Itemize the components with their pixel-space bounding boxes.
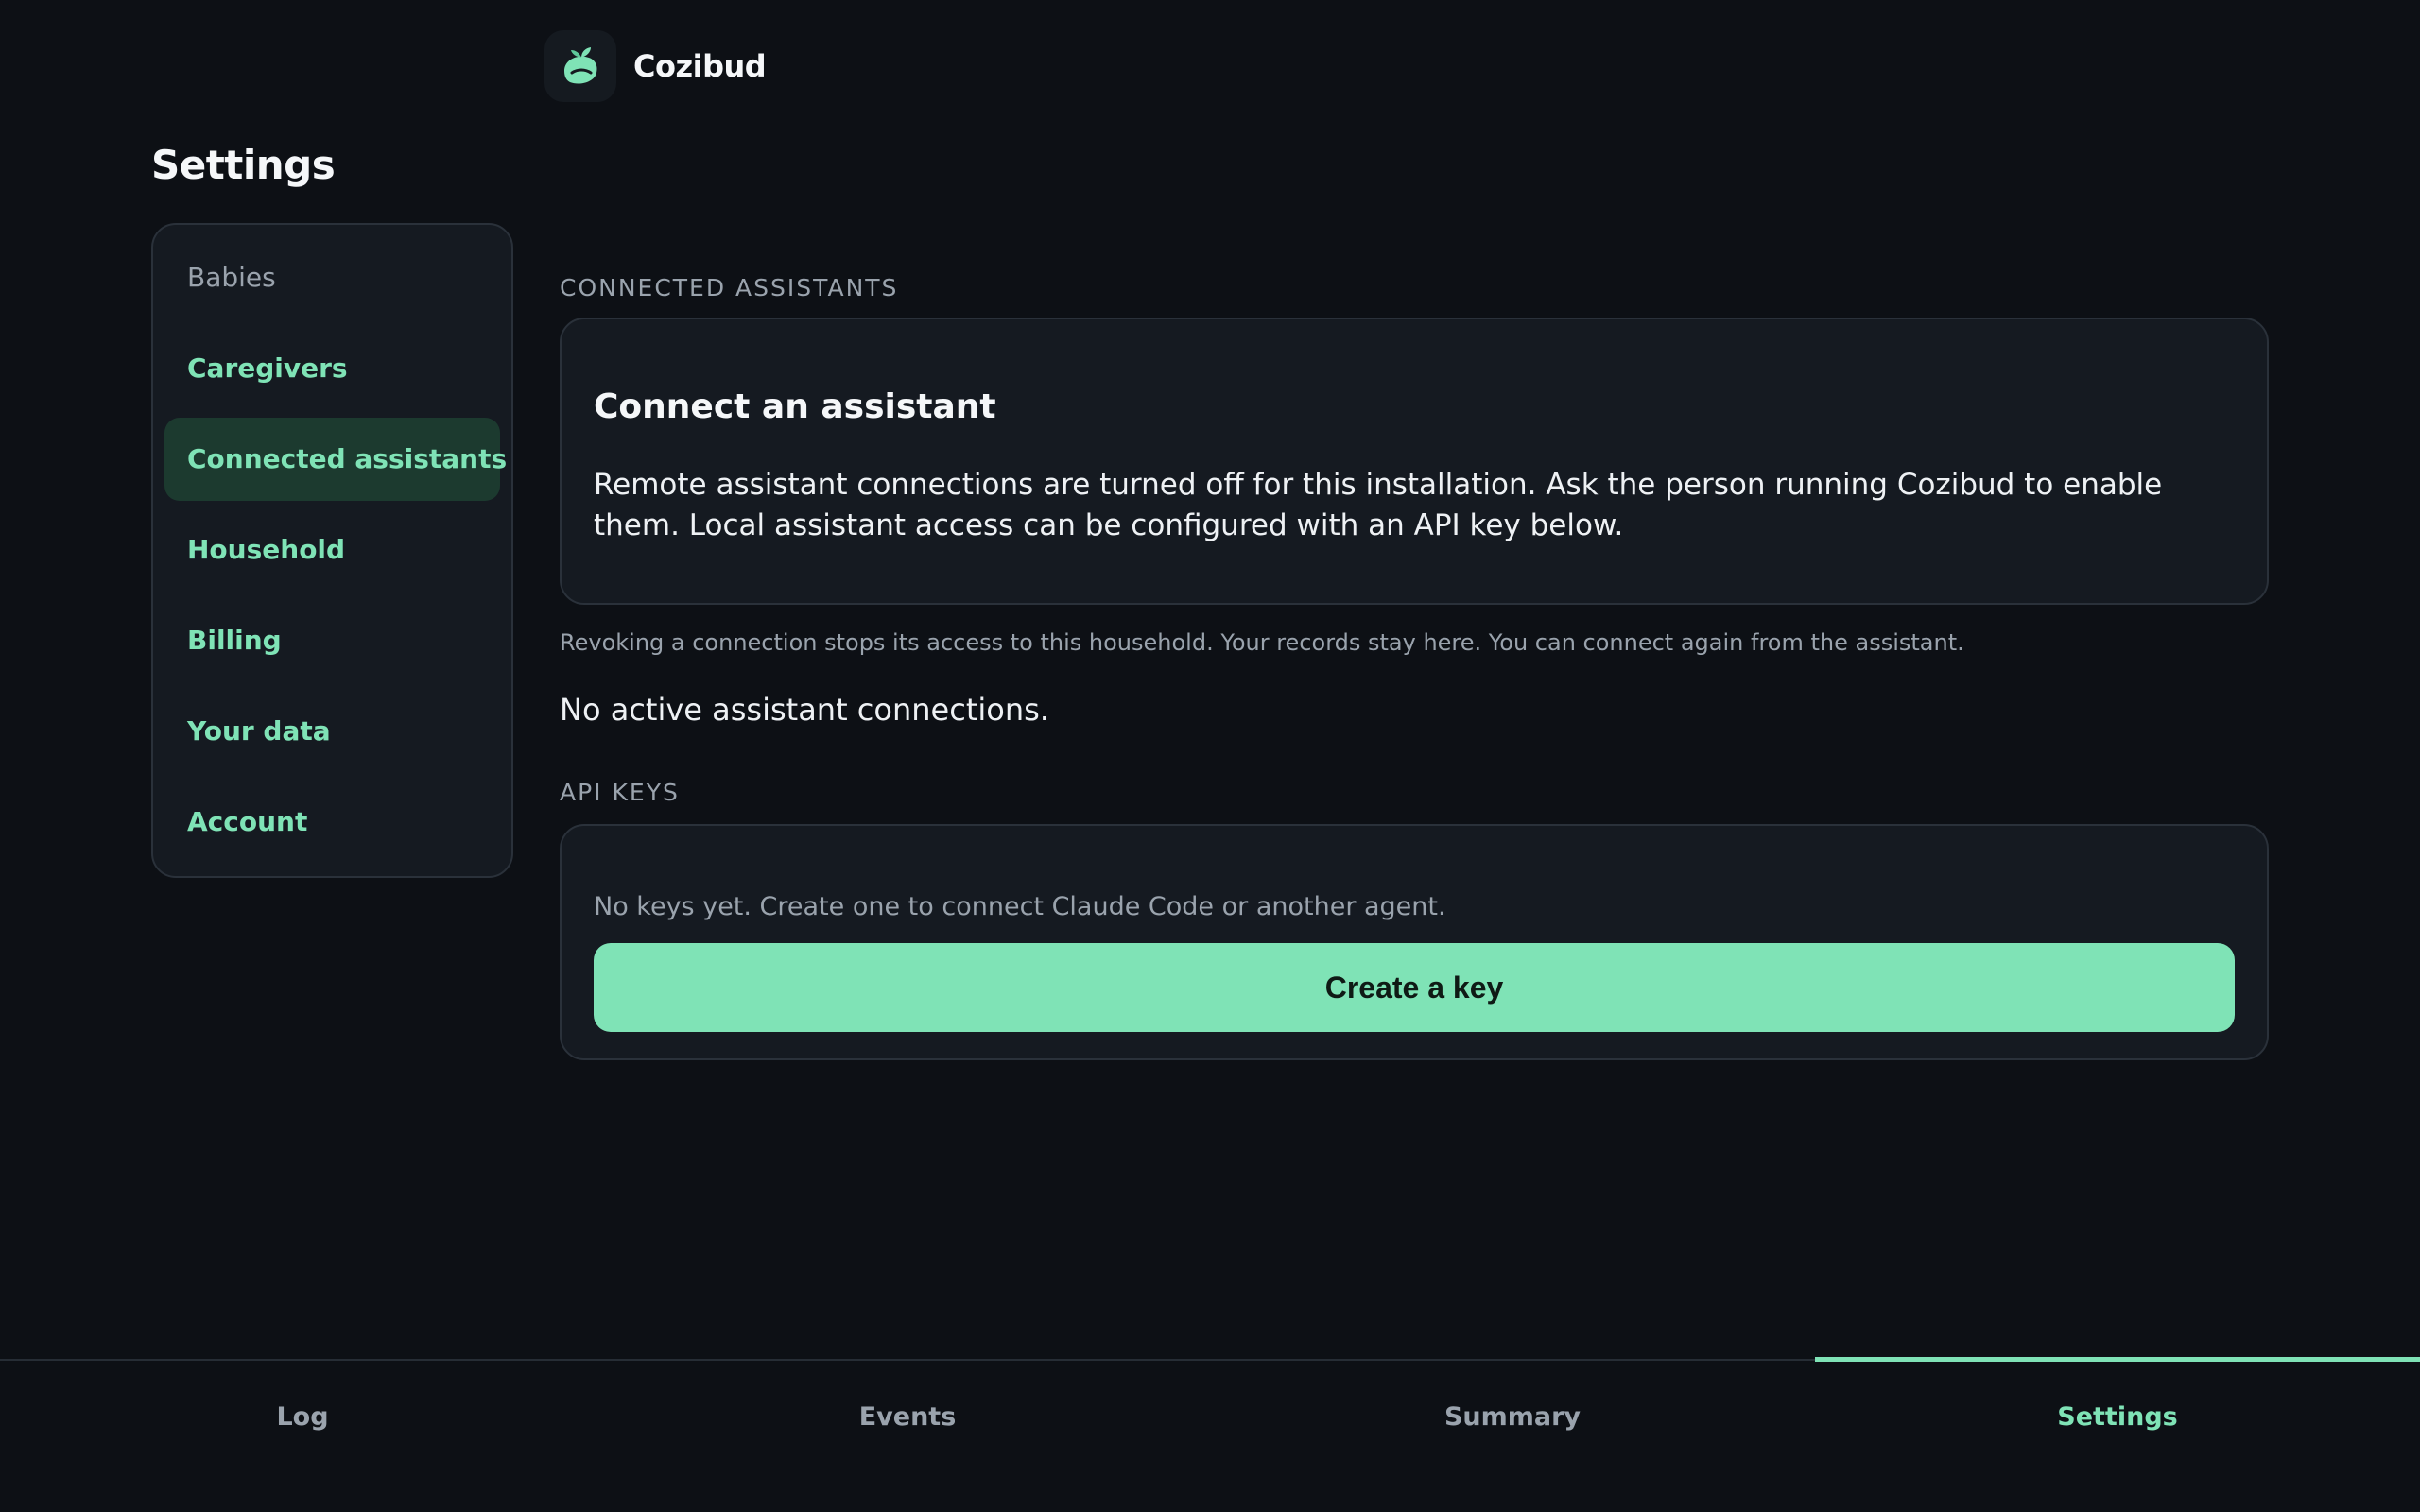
section-label-connected-assistants: CONNECTED ASSISTANTS — [560, 274, 899, 301]
sidebar-item-account[interactable]: Account — [164, 781, 500, 864]
app-name: Cozibud — [633, 48, 767, 84]
section-label-api-keys: API KEYS — [560, 779, 680, 806]
sidebar-item-your-data[interactable]: Your data — [164, 690, 500, 773]
sidebar-item-connected-assistants[interactable]: Connected assistants — [164, 418, 507, 501]
tab-events[interactable]: Events — [605, 1361, 1210, 1512]
app-root: Cozibud Settings Babies Caregivers Conne… — [0, 0, 2420, 1512]
brand-header[interactable]: Cozibud — [544, 26, 767, 106]
tab-summary[interactable]: Summary — [1210, 1361, 1815, 1512]
create-key-button[interactable]: Create a key — [594, 943, 2235, 1032]
tab-settings[interactable]: Settings — [1815, 1357, 2420, 1512]
connect-assistant-card: Connect an assistant Remote assistant co… — [560, 318, 2269, 605]
bottom-tab-bar: Log Events Summary Settings — [0, 1357, 2420, 1512]
no-connections-text: No active assistant connections. — [560, 692, 1049, 728]
revoke-helper-text: Revoking a connection stops its access t… — [560, 629, 1964, 656]
tab-log[interactable]: Log — [0, 1361, 605, 1512]
page-title: Settings — [151, 142, 336, 188]
no-keys-text: No keys yet. Create one to connect Claud… — [594, 892, 1446, 921]
api-keys-card: No keys yet. Create one to connect Claud… — [560, 824, 2269, 1060]
connect-assistant-title: Connect an assistant — [594, 387, 996, 426]
sidebar-item-billing[interactable]: Billing — [164, 599, 500, 682]
sidebar-item-babies[interactable]: Babies — [164, 236, 500, 319]
connect-assistant-body: Remote assistant connections are turned … — [594, 468, 2163, 542]
leaf-sprout-icon — [544, 30, 616, 102]
sidebar-item-caregivers[interactable]: Caregivers — [164, 327, 500, 410]
settings-sidebar: Babies Caregivers Connected assistants H… — [151, 223, 513, 878]
sidebar-item-household[interactable]: Household — [164, 508, 500, 592]
